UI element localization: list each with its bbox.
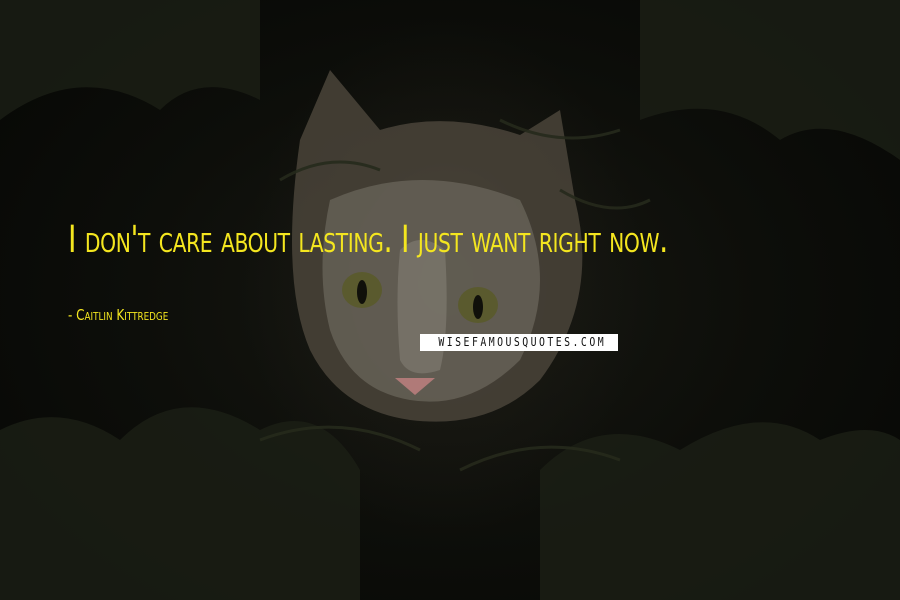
quote-author: - Caitlin Kittredge bbox=[68, 306, 169, 324]
kitten-in-foliage-illustration bbox=[0, 0, 900, 600]
site-watermark: WISEFAMOUSQUOTES.COM bbox=[420, 334, 618, 351]
quote-text: I don't care about lasting. I just want … bbox=[68, 218, 668, 261]
site-watermark-text: WISEFAMOUSQUOTES.COM bbox=[438, 335, 607, 349]
quote-card: I don't care about lasting. I just want … bbox=[0, 0, 900, 600]
